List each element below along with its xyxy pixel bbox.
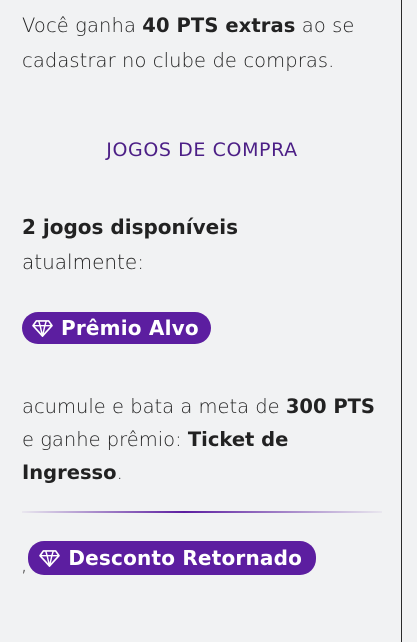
game1-description: acumule e bata a meta de 300 PTS e ganhe…: [22, 390, 382, 489]
game-badge-label: Desconto Retornado: [68, 546, 303, 570]
intro-points: 40 PTS extras: [142, 14, 296, 37]
game-badge-desconto-retornado[interactable]: Desconto Retornado: [28, 541, 317, 575]
panel-content: Você ganha 40 PTS extras ao se cadastrar…: [21, 8, 382, 576]
games-count: 2 jogos disponíveis atualmente:: [22, 210, 382, 280]
games-count-label: 2 jogos disponíveis: [22, 215, 238, 239]
game-badge-premio-alvo[interactable]: Prêmio Alvo: [22, 312, 211, 344]
game-badge-label: Prêmio Alvo: [61, 316, 199, 340]
game1-desc-part2: e ganhe prêmio:: [22, 428, 188, 451]
game2-row: , Desconto Retornado: [21, 541, 382, 576]
game1-target-points: 300 PTS: [285, 395, 375, 418]
section-title: JOGOS DE COMPRA: [106, 139, 298, 161]
game1-desc-part1: acumule e bata a meta de: [22, 395, 286, 418]
section-divider: [22, 511, 382, 513]
gem-icon: [32, 319, 53, 337]
gem-icon: [39, 549, 61, 567]
intro-part1: Você ganha: [22, 14, 143, 37]
intro-text: Você ganha 40 PTS extras ao se cadastrar…: [22, 8, 382, 78]
game1-desc-part3: .: [116, 461, 123, 484]
info-panel: Você ganha 40 PTS extras ao se cadastrar…: [0, 0, 402, 642]
games-count-suffix: atualmente:: [22, 250, 144, 274]
separator-comma: ,: [21, 552, 28, 576]
